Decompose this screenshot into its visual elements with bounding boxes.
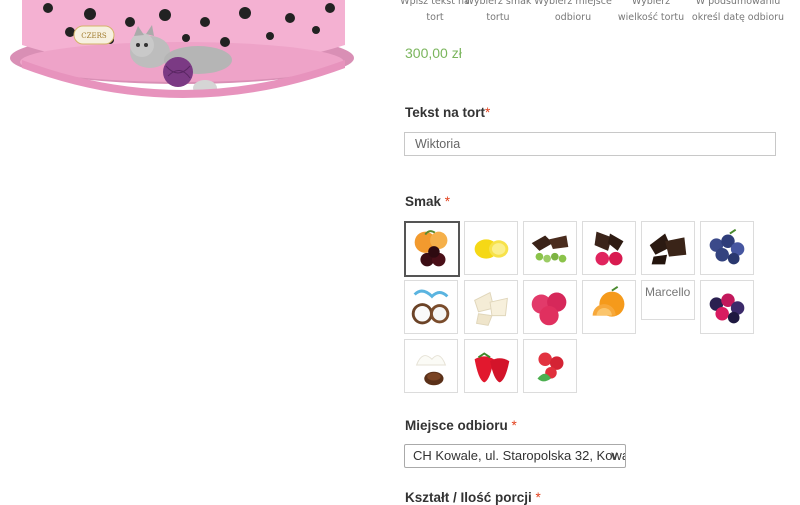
step-5: W podsumowaniu określ datę odbioru <box>691 0 785 23</box>
strawberry-icon <box>474 352 510 383</box>
shape-label-text: Kształt / Ilość porcji <box>405 490 532 505</box>
shape-label: Kształt / Ilość porcji * <box>405 490 541 505</box>
flavor-swatch-lemon[interactable] <box>464 221 518 275</box>
step-4: Wybierz wielkość tortu <box>617 0 685 23</box>
flavor-swatch-forest-fruits[interactable] <box>700 280 754 334</box>
flavor-swatch-raspberry-chocolate[interactable] <box>582 221 636 275</box>
raspberry-icon <box>531 292 567 326</box>
required-mark: * <box>511 418 517 433</box>
step-3: Wybierz miejsce odbioru <box>534 0 612 23</box>
flavor-label: Smak * <box>405 194 450 209</box>
flavor-swatch-dark-chocolate[interactable] <box>641 221 695 275</box>
required-mark: * <box>485 105 491 120</box>
cream-praline-icon <box>415 355 447 386</box>
flavor-swatch-marcello[interactable]: Marcello <box>641 280 695 320</box>
flavor-swatch-strawberry-mint[interactable] <box>523 339 577 393</box>
required-mark: * <box>444 194 451 209</box>
cake-text-label: Tekst na tort* <box>405 105 490 120</box>
apricot-cherry-icon <box>414 230 448 267</box>
pickup-select[interactable]: CH Kowale, ul. Staropolska 32, Kowale ∨ <box>404 444 626 468</box>
pickup-label: Miejsce odbioru * <box>405 418 517 433</box>
pickup-select-value: CH Kowale, ul. Staropolska 32, Kowale <box>413 448 626 463</box>
dark-chocolate-icon <box>649 233 687 265</box>
flavor-label-text: Smak <box>405 194 442 209</box>
blueberry-icon <box>709 228 745 265</box>
pickup-label-text: Miejsce odbioru <box>405 418 508 433</box>
flavor-swatch-blueberry[interactable] <box>700 221 754 275</box>
flavor-swatch-chocolate-pistachio[interactable] <box>523 221 577 275</box>
flavor-swatch-coconut[interactable] <box>404 280 458 334</box>
step-2: Wybierz smak tortu <box>464 0 532 23</box>
raspberry-chocolate-icon <box>594 231 624 266</box>
strawberry-mint-icon <box>537 352 564 382</box>
lemon-icon <box>474 239 509 259</box>
required-mark: * <box>535 490 541 505</box>
chocolate-pistachio-icon <box>531 235 569 263</box>
cake-text-input[interactable] <box>404 132 776 156</box>
broken-image-alt-text: Marcello <box>645 285 691 299</box>
product-price: 300,00 zł <box>405 45 462 61</box>
cake-logo-text: CZERS <box>81 32 107 40</box>
forest-fruits-icon <box>709 293 745 324</box>
white-chocolate-icon <box>474 291 508 326</box>
chevron-down-icon: ∨ <box>609 448 619 463</box>
product-image: CZERS <box>0 0 360 110</box>
cake-text-label-text: Tekst na tort <box>405 105 486 120</box>
orange-icon <box>592 285 625 317</box>
flavor-swatch-white-chocolate[interactable] <box>464 280 518 334</box>
flavor-swatch-apricot-cherry[interactable] <box>404 221 460 277</box>
flavor-swatch-strawberry[interactable] <box>464 339 518 393</box>
flavor-swatch-raspberry[interactable] <box>523 280 577 334</box>
coconut-icon <box>411 289 450 325</box>
order-steps: Wpisz tekst na tort Wybierz smak tortu W… <box>398 0 788 30</box>
flavor-swatch-cream-praline[interactable] <box>404 339 458 393</box>
flavor-swatch-orange[interactable] <box>582 280 636 334</box>
